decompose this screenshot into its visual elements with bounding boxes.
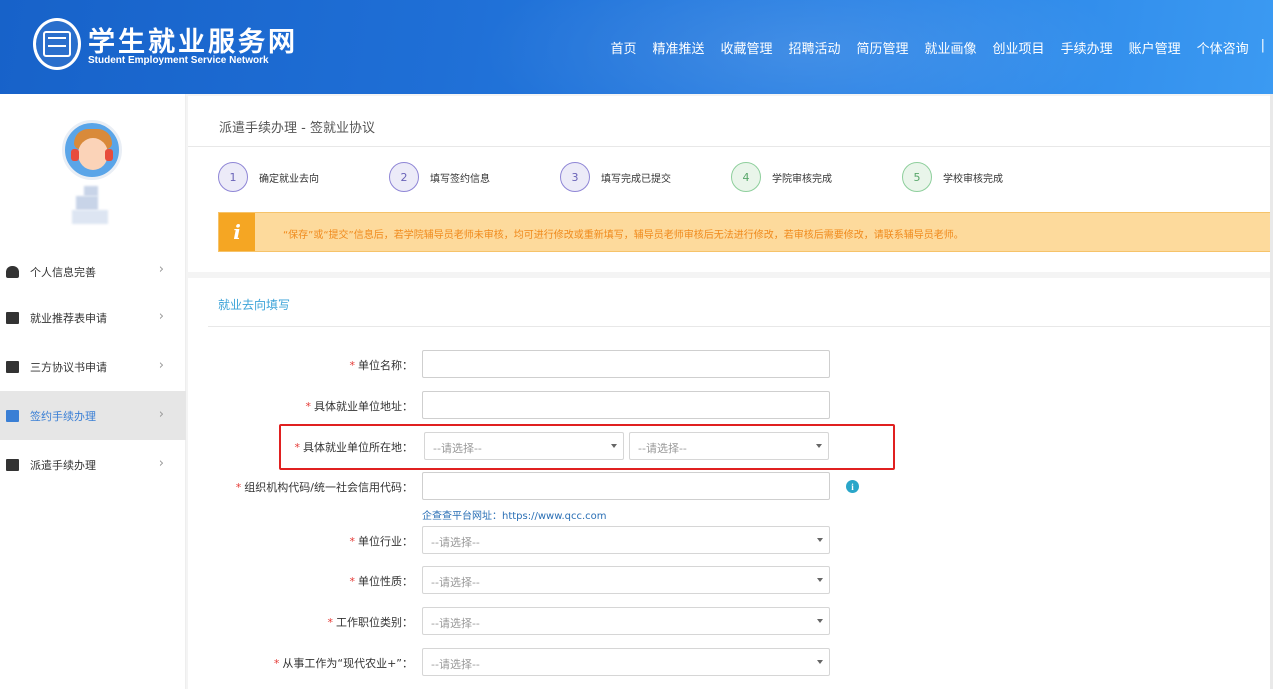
- step-1: 1 确定就业去向: [218, 162, 319, 192]
- chevron-right-icon: ›: [158, 309, 164, 324]
- chevron-down-icon: [817, 538, 823, 542]
- notice-text: “保存”或“提交”信息后，若学院辅导员老师未审核，均可进行修改或重新填写，辅导员…: [283, 230, 964, 241]
- highlight-box: [279, 424, 895, 470]
- sidebar-item-label: 派遣手续办理: [30, 458, 96, 472]
- step-5: 5 学校审核完成: [902, 162, 1003, 192]
- nav-startup-projects[interactable]: 创业项目: [993, 38, 1045, 57]
- sidebar-item-label: 个人信息完善: [30, 265, 96, 279]
- top-nav: 首页 精准推送 收藏管理 招聘活动 简历管理 就业画像 创业项目 手续办理 账户…: [594, 38, 1265, 57]
- site-header: 学生就业服务网 Student Employment Service Netwo…: [0, 0, 1273, 94]
- step-3: 3 填写完成已提交: [560, 162, 671, 192]
- nav-precise-push[interactable]: 精准推送: [652, 38, 704, 57]
- breadcrumb: 派遣手续办理 - 签就业协议: [219, 121, 375, 136]
- unit-name-input[interactable]: [422, 350, 830, 378]
- blurred-username: [72, 186, 112, 226]
- nav-consulting[interactable]: 个体咨询: [1197, 38, 1249, 57]
- chevron-right-icon: ›: [158, 407, 164, 422]
- row-unit-address: * 具体就业单位地址：: [188, 391, 888, 419]
- chevron-right-icon: ›: [158, 358, 164, 373]
- site-subtitle: Student Employment Service Network: [88, 55, 269, 66]
- step-2: 2 填写签约信息: [389, 162, 490, 192]
- industry-select[interactable]: --请选择--: [422, 526, 830, 554]
- university-seal-logo[interactable]: [33, 18, 81, 70]
- site-title[interactable]: 学生就业服务网: [88, 20, 298, 59]
- form-panel: 就业去向填写 * 单位名称： * 具体就业单位地址： * 具体就业单位所在地： --请…: [188, 278, 1273, 689]
- chevron-down-icon: [817, 660, 823, 664]
- sidebar-item-personal-info[interactable]: 个人信息完善 ›: [0, 250, 186, 293]
- chevron-right-icon: ›: [158, 456, 164, 471]
- progress-panel: 派遣手续办理 - 签就业协议 1 确定就业去向 2 填写签约信息 3 填写完成已…: [188, 96, 1273, 272]
- nav-home[interactable]: 首页: [610, 38, 636, 57]
- qcc-link[interactable]: 企查查平台网址：https://www.qcc.com: [422, 507, 607, 522]
- info-icon[interactable]: i: [846, 480, 859, 493]
- org-code-input[interactable]: [422, 472, 830, 500]
- chevron-down-icon: [817, 619, 823, 623]
- row-unit-name: * 单位名称：: [188, 350, 888, 378]
- id-card-icon: [6, 458, 19, 471]
- sidebar-item-label: 就业推荐表申请: [30, 311, 107, 325]
- nav-resume[interactable]: 简历管理: [857, 38, 909, 57]
- row-nature: * 单位性质： --请选择--: [188, 566, 888, 594]
- sidebar-item-label: 三方协议书申请: [30, 360, 107, 374]
- user-icon: [6, 265, 19, 278]
- section-title: 就业去向填写: [218, 298, 291, 312]
- sidebar-item-dispatch-procedures[interactable]: 派遣手续办理 ›: [0, 440, 186, 489]
- sidebar-item-recommendation-form[interactable]: 就业推荐表申请 ›: [0, 293, 186, 342]
- chevron-down-icon: [817, 578, 823, 582]
- nav-recruiting-events[interactable]: 招聘活动: [789, 38, 841, 57]
- info-icon: i: [219, 213, 255, 251]
- building-icon: [6, 409, 19, 422]
- row-org-code: * 组织机构代码/统一社会信用代码： i: [188, 472, 888, 500]
- job-category-select[interactable]: --请选择--: [422, 607, 830, 635]
- chevron-right-icon: ›: [158, 262, 164, 277]
- sidebar: 个人信息完善 › 就业推荐表申请 › 三方协议书申请 › 签约手续办理 › 派遣…: [0, 94, 186, 689]
- sidebar-item-label: 签约手续办理: [30, 409, 96, 423]
- nav-account[interactable]: 账户管理: [1129, 38, 1181, 57]
- modern-agriculture-select[interactable]: --请选择--: [422, 648, 830, 676]
- nav-separator: |: [1260, 38, 1265, 53]
- document-icon: [6, 360, 19, 373]
- nav-employment-profile[interactable]: 就业画像: [925, 38, 977, 57]
- sidebar-menu: 个人信息完善 › 就业推荐表申请 › 三方协议书申请 › 签约手续办理 › 派遣…: [0, 250, 186, 489]
- sidebar-item-tripartite-agreement[interactable]: 三方协议书申请 ›: [0, 342, 186, 391]
- avatar[interactable]: [62, 120, 122, 180]
- notice-banner: i “保存”或“提交”信息后，若学院辅导员老师未审核，均可进行修改或重新填写，辅…: [218, 212, 1273, 252]
- row-industry: * 单位行业： --请选择--: [188, 526, 888, 554]
- unit-address-input[interactable]: [422, 391, 830, 419]
- document-icon: [6, 311, 19, 324]
- sidebar-item-signing-procedures[interactable]: 签约手续办理 ›: [0, 391, 186, 440]
- row-job-category: * 工作职位类别： --请选择--: [188, 607, 888, 635]
- nature-select[interactable]: --请选择--: [422, 566, 830, 594]
- nav-procedures[interactable]: 手续办理: [1061, 38, 1113, 57]
- step-4: 4 学院审核完成: [731, 162, 832, 192]
- main-content: 派遣手续办理 - 签就业协议 1 确定就业去向 2 填写签约信息 3 填写完成已…: [186, 94, 1273, 689]
- row-modern-agriculture: * 从事工作为“现代农业+”： --请选择--: [188, 648, 888, 676]
- nav-favorites[interactable]: 收藏管理: [720, 38, 772, 57]
